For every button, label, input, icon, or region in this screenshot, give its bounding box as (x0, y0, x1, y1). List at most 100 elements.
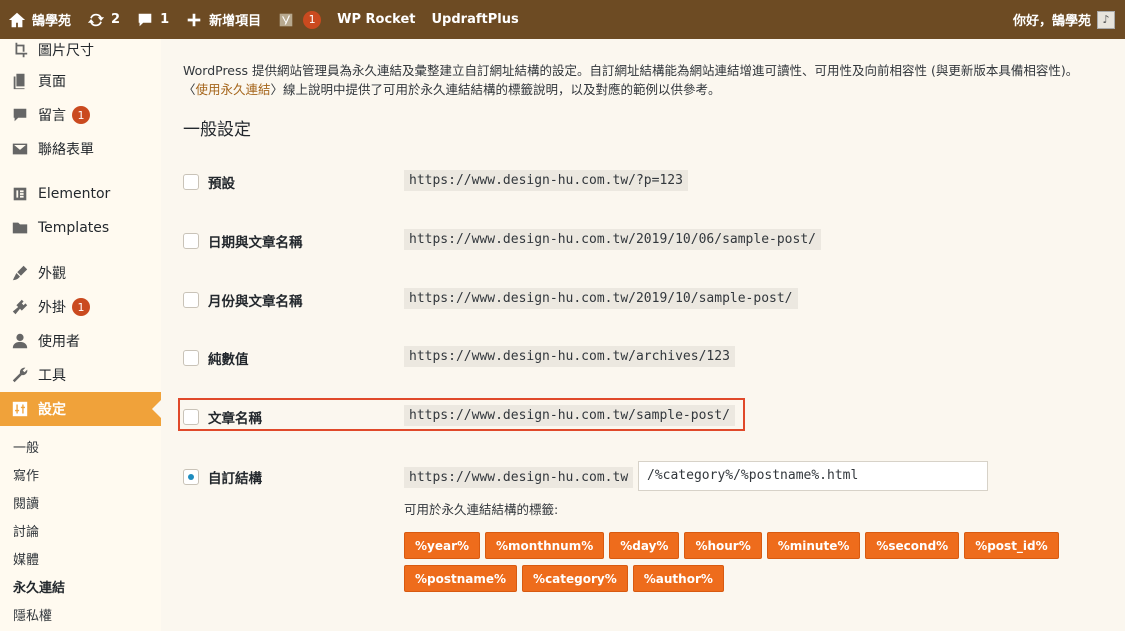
radio-numeric[interactable] (183, 350, 199, 366)
wrench-icon (10, 365, 30, 385)
option-month-name[interactable]: 月份與文章名稱 (183, 290, 303, 310)
custom-base-url: https://www.design-hu.com.tw (404, 467, 634, 488)
greeting: 你好，鵠學苑 (1012, 14, 1091, 29)
submenu-writing[interactable]: 寫作 (0, 460, 161, 488)
yoast-icon (277, 11, 295, 29)
permalink-help-link[interactable]: 使用永久連結 (196, 82, 271, 97)
example-url: https://www.design-hu.com.tw/sample-post… (404, 405, 735, 426)
updates-icon (87, 11, 105, 29)
custom-structure-input[interactable]: /%category%/%postname%.html (638, 461, 988, 491)
menu-label: 設定 (38, 402, 66, 418)
menu-item-plugins[interactable]: 外掛 1 (0, 290, 161, 324)
tag-button[interactable]: %postname% (404, 565, 518, 592)
menu-item-templates[interactable]: Templates (0, 211, 161, 245)
example-url: https://www.design-hu.com.tw/2019/10/06/… (404, 229, 821, 250)
submenu-discussion[interactable]: 討論 (0, 516, 161, 544)
tag-button[interactable]: %post_id% (964, 532, 1059, 559)
menu-label: 外掛 (38, 300, 66, 316)
site-name-link[interactable]: 鵠學苑 (0, 0, 79, 39)
comment-icon (136, 11, 154, 29)
brush-icon (10, 263, 30, 283)
option-label: 月份與文章名稱 (208, 294, 303, 310)
new-content-label: 新增項目 (209, 14, 262, 29)
radio-month-name[interactable] (183, 292, 199, 308)
submenu-general[interactable]: 一般 (0, 432, 161, 460)
example-url: https://www.design-hu.com.tw/2019/10/sam… (404, 288, 798, 309)
submenu-permalinks[interactable]: 永久連結 (0, 572, 161, 600)
tag-button[interactable]: %author% (632, 565, 724, 592)
my-account[interactable]: 你好，鵠學苑 ♪ (1013, 0, 1115, 39)
menu-label: 頁面 (38, 74, 66, 90)
admin-sidebar: 圖片尺寸 頁面 留言 1 聯絡表單 Elementor Templates 外觀… (0, 39, 161, 631)
option-label: 自訂結構 (208, 471, 262, 487)
section-title: 一般設定 (183, 120, 251, 140)
example-url: https://www.design-hu.com.tw/archives/12… (404, 346, 735, 367)
tag-row: %postname% %category% %author% (404, 565, 1044, 592)
option-label: 純數值 (208, 352, 249, 368)
menu-label: 留言 (38, 108, 66, 124)
settings-icon (10, 399, 30, 419)
tag-button[interactable]: %minute% (766, 532, 861, 559)
avatar: ♪ (1097, 10, 1115, 29)
example-url: https://www.design-hu.com.tw/?p=123 (404, 170, 688, 191)
radio-day-name[interactable] (183, 233, 199, 249)
menu-item-tools[interactable]: 工具 (0, 358, 161, 392)
yoast-link[interactable]: 1 (269, 0, 329, 39)
tag-button[interactable]: %category% (522, 565, 628, 592)
available-tags: %year% %monthnum% %day% %hour% %minute% … (404, 532, 1059, 598)
option-day-name[interactable]: 日期與文章名稱 (183, 231, 303, 251)
comment-icon (10, 105, 30, 125)
radio-post-name[interactable] (183, 409, 199, 425)
menu-item-settings[interactable]: 設定 (0, 392, 161, 426)
menu-item-image-sizes[interactable]: 圖片尺寸 (0, 39, 161, 64)
menu-label: 聯絡表單 (38, 142, 94, 158)
tag-button[interactable]: %second% (865, 532, 960, 559)
comments-count: 1 (160, 12, 170, 27)
tag-button[interactable]: %year% (404, 532, 481, 559)
site-name: 鵠學苑 (32, 14, 72, 29)
main-content: WordPress 提供網站管理員為永久連結及彙整建立自訂網址結構的設定。自訂網… (161, 39, 1125, 631)
updates-count: 2 (111, 12, 121, 27)
permalink-description: WordPress 提供網站管理員為永久連結及彙整建立自訂網址結構的設定。自訂網… (183, 61, 1113, 99)
menu-item-pages[interactable]: 頁面 (0, 64, 161, 98)
updates-link[interactable]: 2 (79, 0, 128, 39)
plus-icon (185, 11, 203, 29)
settings-submenu: 一般 寫作 閱讀 討論 媒體 永久連結 隱私權 (0, 426, 161, 628)
option-label: 預設 (208, 176, 235, 192)
elementor-icon (10, 184, 30, 204)
menu-label: 外觀 (38, 266, 66, 282)
yoast-badge: 1 (303, 10, 322, 29)
comments-link[interactable]: 1 (128, 0, 177, 39)
radio-default[interactable] (183, 174, 199, 190)
updraftplus-link[interactable]: UpdraftPlus (424, 0, 527, 39)
submenu-privacy[interactable]: 隱私權 (0, 600, 161, 628)
submenu-reading[interactable]: 閱讀 (0, 488, 161, 516)
menu-separator (0, 245, 161, 256)
option-custom-structure[interactable]: 自訂結構 (183, 467, 262, 487)
submenu-media[interactable]: 媒體 (0, 544, 161, 572)
tag-button[interactable]: %monthnum% (485, 532, 605, 559)
option-label: 文章名稱 (208, 411, 262, 427)
option-default[interactable]: 預設 (183, 172, 235, 192)
radio-custom-structure[interactable] (183, 469, 199, 485)
option-numeric[interactable]: 純數值 (183, 348, 249, 368)
plugins-badge: 1 (72, 298, 90, 316)
menu-label: 使用者 (38, 334, 80, 350)
menu-item-comments[interactable]: 留言 1 (0, 98, 161, 132)
menu-label: Elementor (38, 186, 111, 202)
tag-button[interactable]: %day% (609, 532, 680, 559)
tag-button[interactable]: %hour% (684, 532, 762, 559)
menu-item-users[interactable]: 使用者 (0, 324, 161, 358)
tag-row: %year% %monthnum% %day% %hour% %minute% … (404, 532, 1059, 559)
mail-icon (10, 139, 30, 159)
new-content-link[interactable]: 新增項目 (177, 0, 269, 39)
option-label: 日期與文章名稱 (208, 235, 303, 251)
option-post-name[interactable]: 文章名稱 (183, 407, 262, 427)
menu-item-elementor[interactable]: Elementor (0, 177, 161, 211)
comments-badge: 1 (72, 106, 90, 124)
menu-item-contact-form[interactable]: 聯絡表單 (0, 132, 161, 166)
menu-label: Templates (38, 220, 110, 236)
menu-item-appearance[interactable]: 外觀 (0, 256, 161, 290)
menu-label: 工具 (38, 368, 66, 384)
wp-rocket-link[interactable]: WP Rocket (329, 0, 423, 39)
